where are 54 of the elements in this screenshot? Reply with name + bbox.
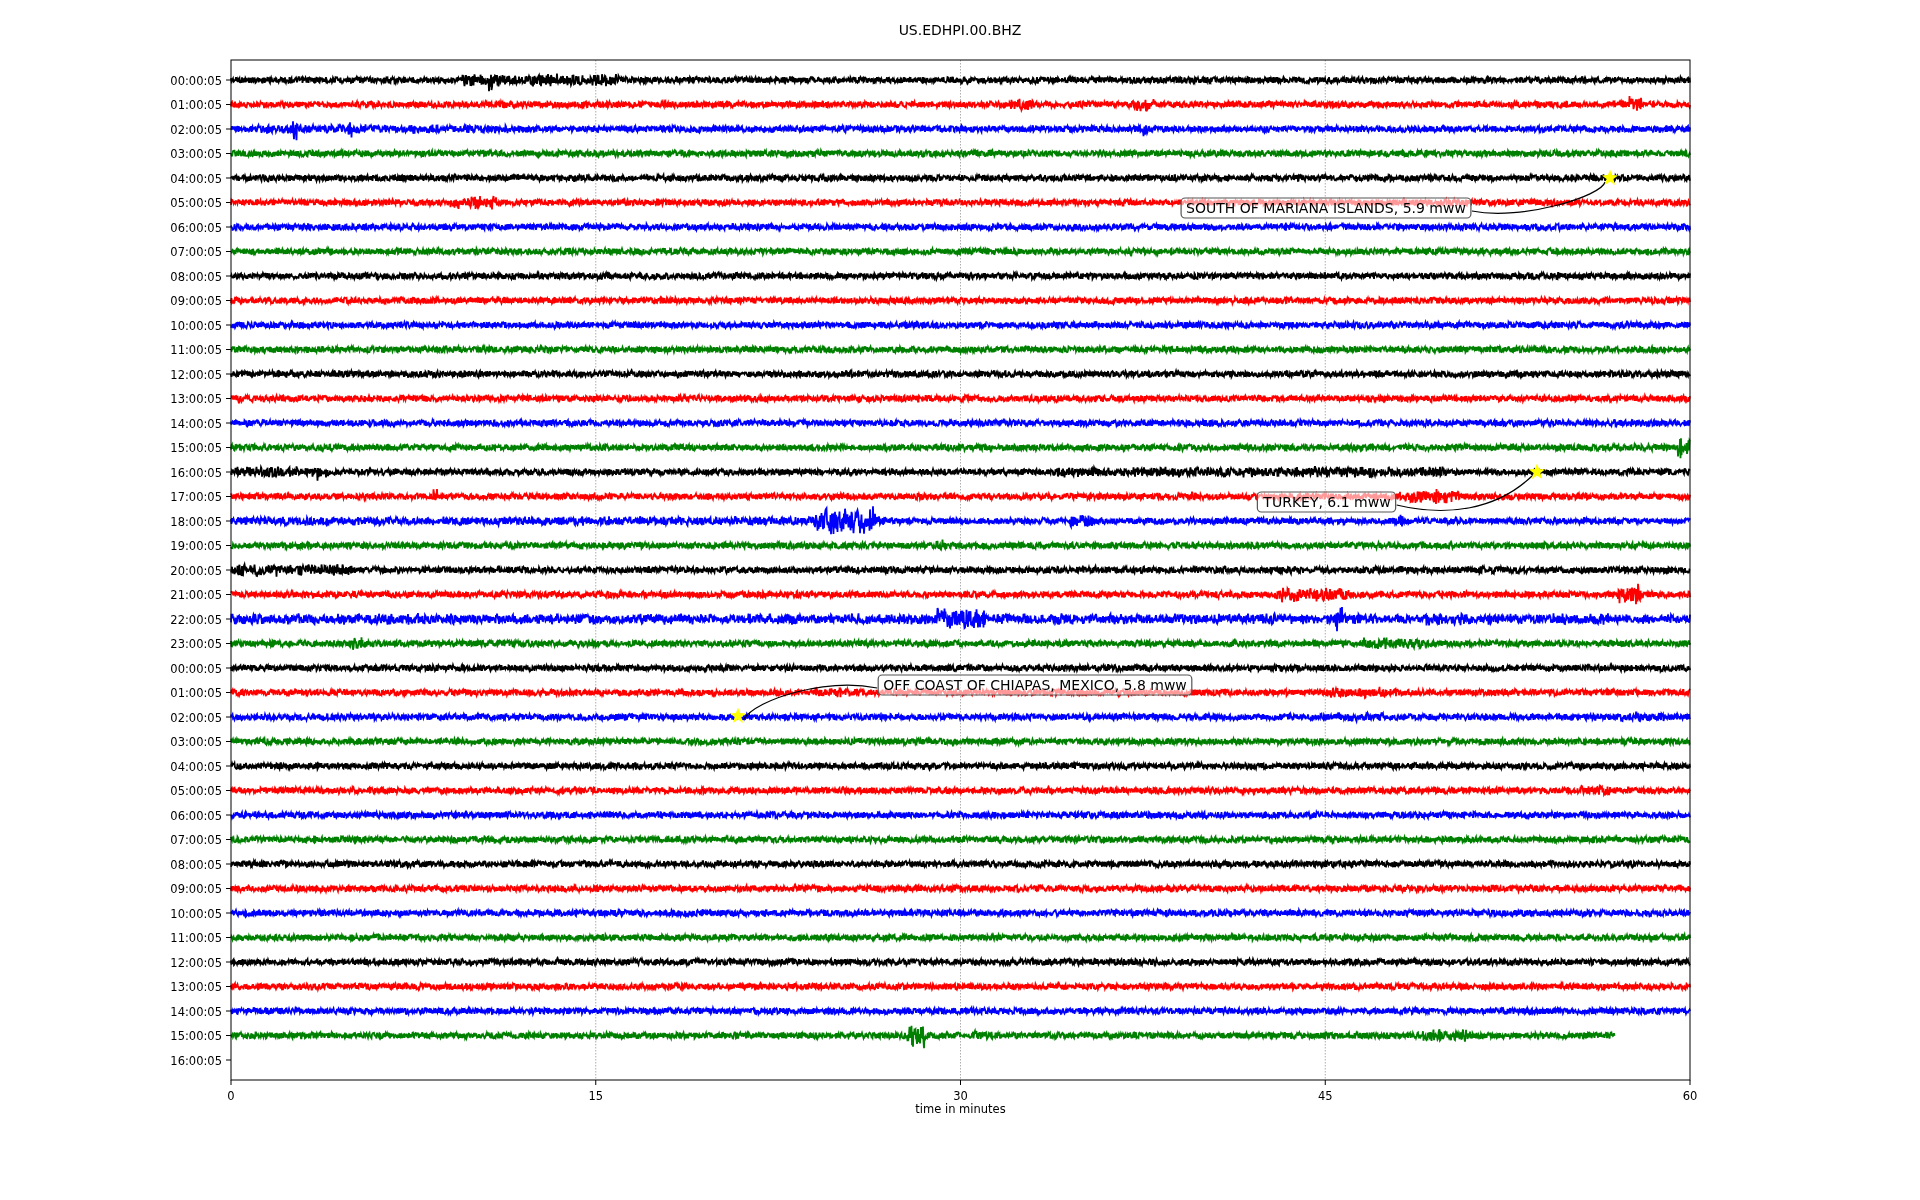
- event-callout: SOUTH OF MARIANA ISLANDS, 5.9 mww: [1180, 197, 1472, 219]
- axis-tick-label: 30: [953, 1089, 968, 1103]
- time-label: 12:00:05: [170, 955, 222, 970]
- time-label: 01:00:05: [170, 686, 222, 700]
- time-label: 13:00:05: [170, 392, 222, 406]
- time-label: 15:00:05: [170, 1029, 222, 1043]
- time-label: 20:00:05: [170, 563, 222, 578]
- time-label: 10:00:05: [170, 906, 222, 921]
- time-label: 09:00:05: [170, 294, 222, 308]
- time-label: 08:00:05: [170, 269, 222, 284]
- axis-tick-label: 45: [1317, 1089, 1333, 1103]
- time-label: 04:00:05: [170, 171, 222, 186]
- time-label: 01:00:05: [170, 98, 222, 112]
- star-marker: [729, 707, 747, 723]
- time-label: 13:00:05: [170, 980, 222, 994]
- time-label: 02:00:05: [170, 122, 222, 137]
- time-label: 14:00:05: [170, 1004, 222, 1019]
- time-label: 19:00:05: [170, 539, 222, 553]
- time-label: 14:00:05: [170, 416, 222, 431]
- time-label: 05:00:05: [170, 196, 222, 210]
- time-label: 16:00:05: [170, 465, 222, 480]
- event-callout: TURKEY, 6.1 mww: [1256, 491, 1397, 513]
- star-marker: [1528, 463, 1546, 479]
- star-marker: [1601, 169, 1619, 185]
- time-label: 02:00:05: [170, 710, 222, 725]
- time-label: 07:00:05: [170, 833, 222, 847]
- axis-tick-label: 0: [227, 1089, 235, 1103]
- time-label: 10:00:05: [170, 318, 222, 333]
- axis-tick-label: 60: [1682, 1089, 1698, 1103]
- time-label: 06:00:05: [170, 220, 222, 235]
- axis-tick-label: 15: [588, 1089, 604, 1103]
- time-label: 00:00:05: [170, 661, 222, 676]
- time-label: 11:00:05: [170, 343, 222, 357]
- time-label: 00:00:05: [170, 73, 222, 88]
- time-label: 12:00:05: [170, 367, 222, 382]
- event-callout: OFF COAST OF CHIAPAS, MEXICO, 5.8 mww: [877, 674, 1193, 696]
- time-label: 06:00:05: [170, 808, 222, 823]
- time-label: 23:00:05: [170, 637, 222, 651]
- time-label: 17:00:05: [170, 490, 222, 504]
- time-label: 07:00:05: [170, 245, 222, 259]
- time-label: 05:00:05: [170, 784, 222, 798]
- time-label: 18:00:05: [170, 514, 222, 529]
- plot-title: US.EDHPI.00.BHZ: [898, 22, 1022, 38]
- time-label: 22:00:05: [170, 612, 222, 627]
- time-label: 11:00:05: [170, 931, 222, 945]
- time-label: 21:00:05: [170, 588, 222, 602]
- time-label: 03:00:05: [170, 735, 222, 749]
- time-label: 04:00:05: [170, 759, 222, 774]
- time-label: 09:00:05: [170, 882, 222, 896]
- axis-title: time in minutes: [915, 1102, 1006, 1116]
- time-label: 16:00:05: [170, 1053, 222, 1068]
- time-label: 15:00:05: [170, 441, 222, 455]
- time-label: 03:00:05: [170, 147, 222, 161]
- time-label: 08:00:05: [170, 857, 222, 872]
